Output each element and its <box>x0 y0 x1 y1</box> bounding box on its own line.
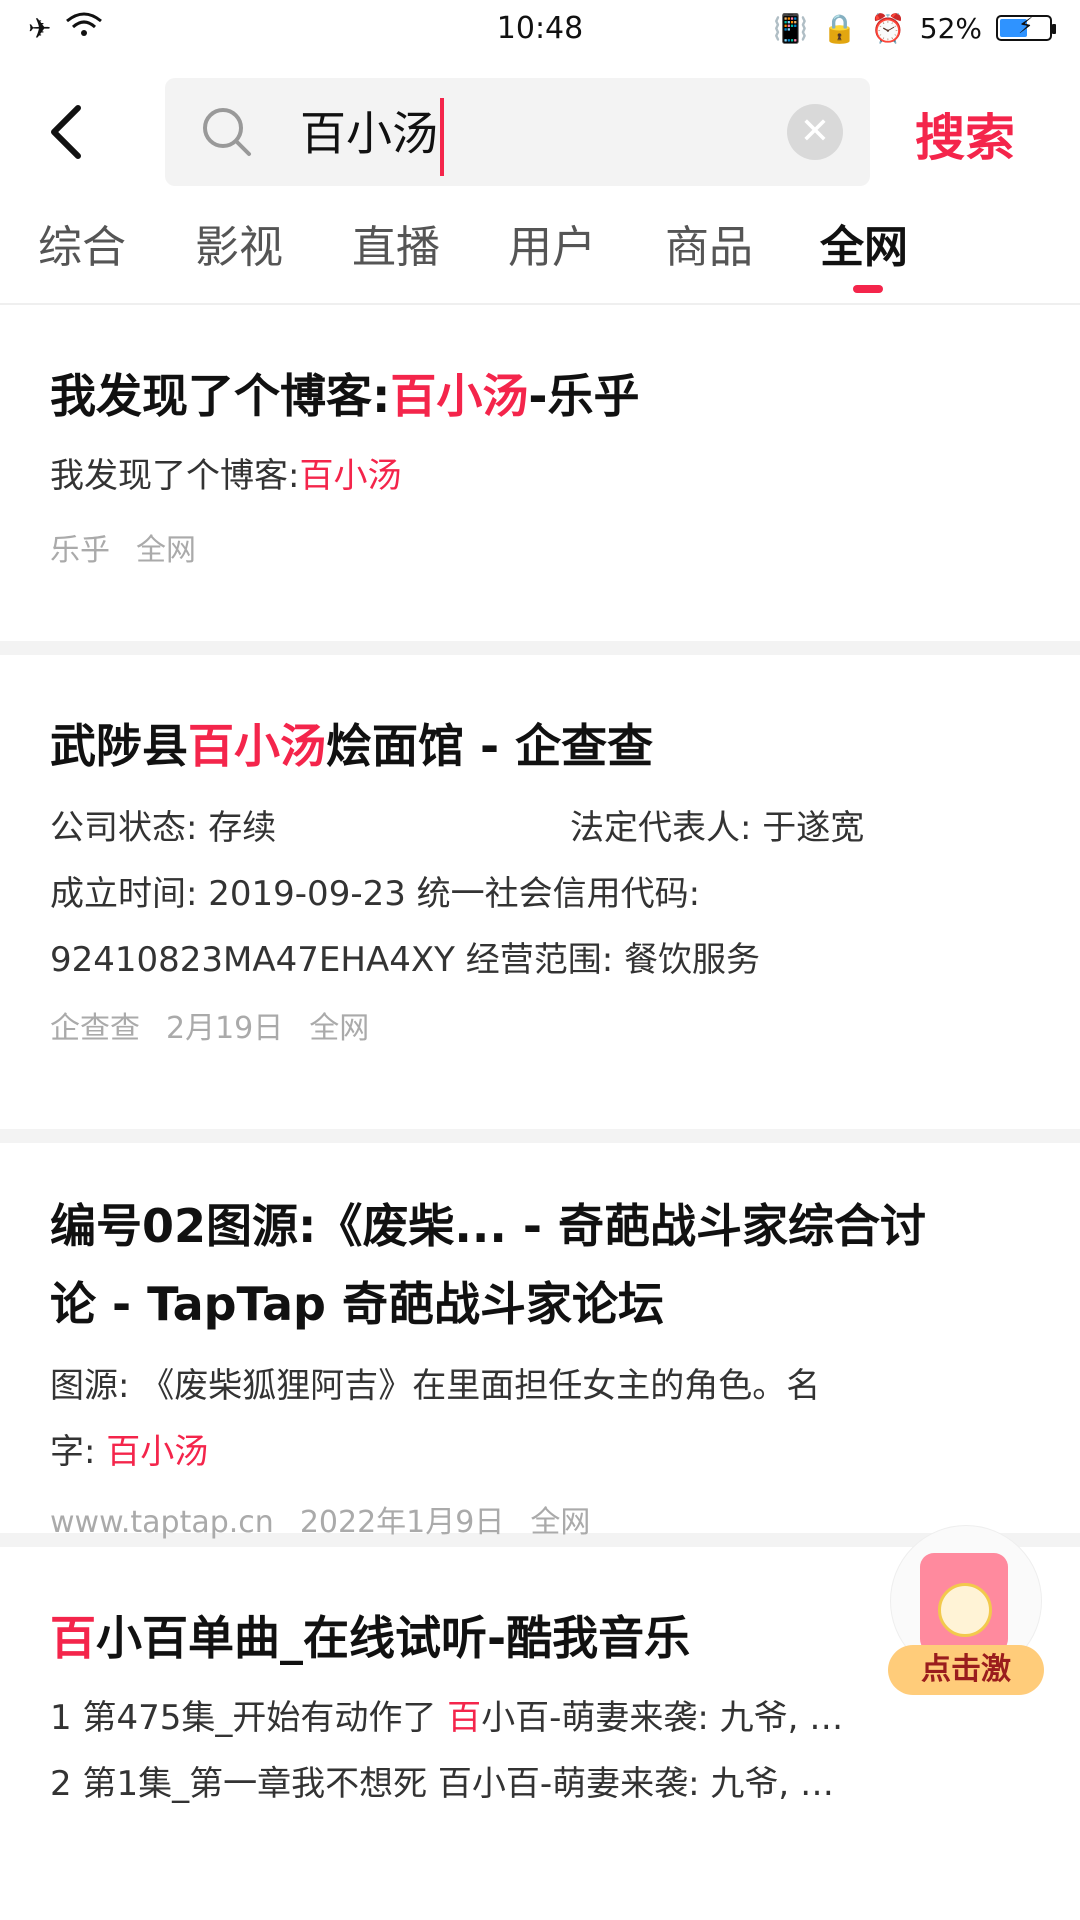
clock-time: 10:48 <box>496 10 584 46</box>
tab-products[interactable]: 商品 <box>665 211 753 275</box>
battery-percent: 52% <box>919 11 982 45</box>
chevron-left-icon <box>51 105 81 159</box>
result-title[interactable]: 百小百单曲_在线试听-酷我音乐 <box>50 1599 1030 1677</box>
result-snippet: 图源: 《废柴狐狸阿吉》在里面担任女主的角色。名 字: 百小汤 <box>50 1366 821 1472</box>
result-meta: 企查查 2月19日 全网 <box>50 1011 370 1046</box>
divider <box>0 1129 1080 1143</box>
result-snippet-line: 成立时间: 2019-09-23 统一社会信用代码: <box>50 874 701 914</box>
result-snippet: 1 第475集_开始有动作了 百小百-萌妻来袭: 九爷, … 2 第1集_第一章… <box>50 1698 844 1804</box>
promo-label: 点击激 <box>888 1645 1044 1695</box>
result-title[interactable]: 编号02图源:《废柴... - 奇葩战斗家综合讨 论 - TapTap 奇葩战斗… <box>50 1187 1030 1343</box>
result-meta: 乐乎 全网 <box>50 533 196 568</box>
search-bar: 百小汤 ✕ 搜索 <box>0 78 1080 188</box>
result-snippet-line: 92410823MA47EHA4XY 经营范围: 餐饮服务 <box>50 940 760 980</box>
result-meta: www.taptap.cn 2022年1月9日 全网 <box>50 1505 591 1540</box>
vibrate-mute-icon: 📳 <box>773 11 809 45</box>
battery-icon: ⚡ <box>996 14 1056 41</box>
tab-users[interactable]: 用户 <box>508 211 596 275</box>
status-bar: ✈ 10:48 📳 🔒 ⏰ 52% ⚡ <box>0 0 1080 56</box>
result-snippet: 我发现了个博客:百小汤 <box>50 456 402 496</box>
category-tabs: 综合 影视 直播 用户 商品 全网 <box>0 205 1080 305</box>
result-snippet: 公司状态: 存续 法定代表人: 于遂宽 <box>50 808 865 848</box>
result-title[interactable]: 武陟县百小汤烩面馆 - 企查查 <box>50 707 1030 785</box>
result-title[interactable]: 我发现了个博客:百小汤-乐乎 <box>50 357 1030 435</box>
back-button[interactable] <box>46 102 106 162</box>
search-input[interactable]: 百小汤 <box>300 98 760 176</box>
wifi-icon <box>65 11 103 46</box>
result-card[interactable]: 武陟县百小汤烩面馆 - 企查查 公司状态: 存续 法定代表人: 于遂宽 成立时间… <box>0 655 1080 1129</box>
tab-web[interactable]: 全网 <box>820 211 908 275</box>
search-box[interactable]: 百小汤 ✕ <box>165 78 870 186</box>
divider <box>0 641 1080 655</box>
active-tab-indicator <box>853 285 883 293</box>
result-card[interactable]: 编号02图源:《废柴... - 奇葩战斗家综合讨 论 - TapTap 奇葩战斗… <box>0 1143 1080 1540</box>
tab-video[interactable]: 影视 <box>195 211 283 275</box>
promo-floating-button[interactable]: 点击激 <box>888 1525 1044 1695</box>
coin-icon <box>938 1583 992 1637</box>
result-card[interactable]: 我发现了个博客:百小汤-乐乎 我发现了个博客:百小汤 乐乎 全网 <box>0 305 1080 641</box>
tab-live[interactable]: 直播 <box>352 211 440 275</box>
search-submit-button[interactable]: 搜索 <box>915 98 1015 170</box>
lock-rotation-icon: 🔒 <box>822 11 857 45</box>
airplane-icon: ✈ <box>28 11 52 45</box>
close-icon: ✕ <box>799 111 831 152</box>
tab-comprehensive[interactable]: 综合 <box>38 211 126 275</box>
search-icon <box>203 108 251 156</box>
text-caret <box>440 98 444 176</box>
clear-button[interactable]: ✕ <box>787 104 843 160</box>
alarm-icon: ⏰ <box>870 11 906 45</box>
